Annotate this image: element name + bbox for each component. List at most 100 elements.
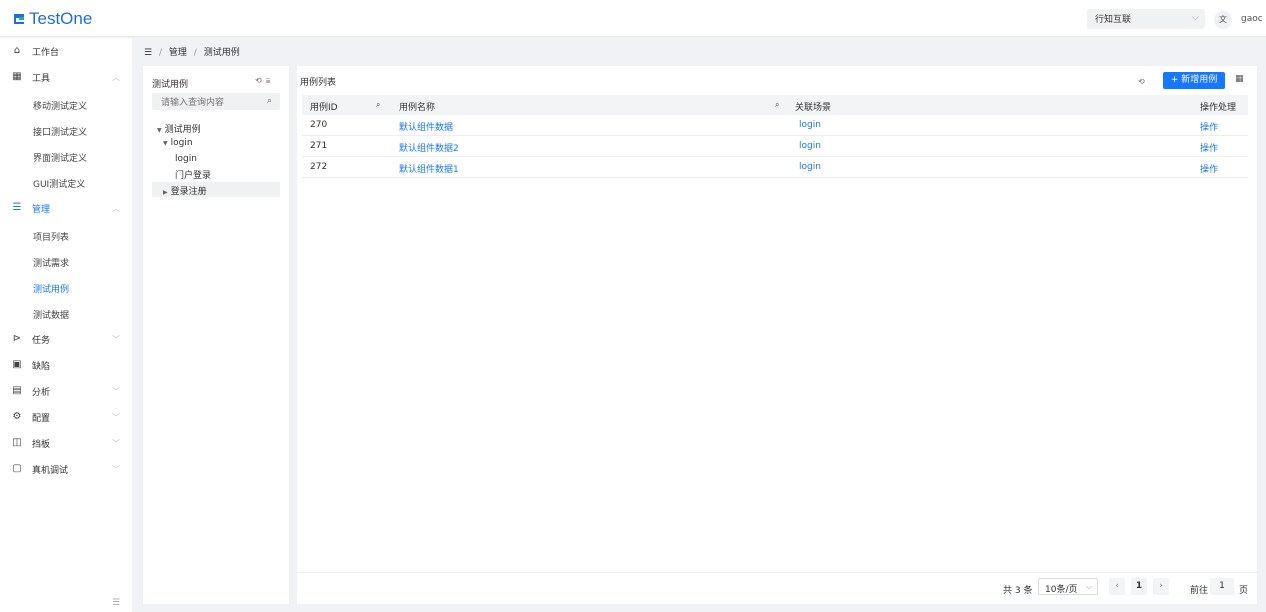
sidebar-item-tools[interactable]: ▦ 工具 ︿ [0, 67, 132, 87]
project-select-value: 行知互联 [1095, 15, 1132, 25]
sidebar-subitem[interactable]: 移动测试定义 [33, 99, 87, 112]
tree-node-label: 登录注册 [170, 187, 207, 197]
sidebar-item-label: 真机调试 [32, 465, 69, 476]
caret-right-icon: ▶ [163, 189, 168, 196]
sidebar: ⌂ 工作台 ▦ 工具 ︿ 移动测试定义 接口测试定义 界面测试定义 GUI测试定… [0, 38, 132, 612]
project-select[interactable]: 行知互联 ⌵ [1087, 9, 1205, 29]
add-case-button[interactable]: + 新增用例 [1163, 72, 1225, 89]
sidebar-subitem[interactable]: 界面测试定义 [33, 151, 87, 164]
menu-icon[interactable]: ☰ [144, 48, 152, 58]
sidebar-subitem[interactable]: 项目列表 [33, 230, 69, 243]
tree-node-portal-login[interactable]: 门户登录 [175, 168, 211, 181]
chevron-up-icon: ︿ [112, 203, 120, 213]
chevron-down-icon: ﹀ [112, 386, 120, 396]
tree-node-label: 测试用例 [164, 125, 201, 135]
goto-page-input[interactable]: 1 [1210, 578, 1234, 595]
table-row: 270 默认组件数据 login 操作 [302, 116, 1248, 136]
cell-name-link[interactable]: 默认组件数据1 [399, 162, 459, 175]
refresh-icon[interactable]: ⟲ [255, 76, 266, 85]
device-icon: ▢ [12, 463, 22, 474]
page-size-select[interactable]: 10条/页 ⌵ [1038, 578, 1098, 595]
home-icon: ⌂ [13, 45, 21, 56]
cell-scene-link[interactable]: login [799, 162, 821, 172]
breadcrumb-item[interactable]: 管理 [169, 48, 187, 58]
sidebar-item-label: 任务 [32, 335, 51, 346]
sidebar-item-label: 工作台 [32, 47, 60, 58]
chevron-up-icon: ︿ [112, 72, 120, 82]
sidebar-item-label: 缺陷 [32, 361, 51, 372]
column-header-scene: 关联场景 [795, 103, 832, 113]
cell-name-link[interactable]: 默认组件数据2 [399, 141, 459, 154]
sidebar-item-defects[interactable]: ▣ 缺陷 [0, 355, 132, 375]
breadcrumb-item-current: 测试用例 [203, 48, 240, 58]
cell-scene-link[interactable]: login [799, 120, 821, 130]
sidebar-item-label: 管理 [32, 204, 51, 215]
prev-page-button[interactable]: ‹ [1109, 578, 1125, 595]
sidebar-subitem-active[interactable]: 测试用例 [33, 282, 69, 295]
row-action-link[interactable]: 操作 [1200, 162, 1218, 175]
sidebar-item-manage[interactable]: ☰ 管理 ︿ [0, 198, 132, 218]
cell-id: 272 [310, 162, 328, 172]
tree-toolbar: ⟲⩸ [255, 76, 275, 86]
sidebar-item-label: 挡板 [32, 439, 51, 450]
grid-view-icon[interactable]: ▦ [1235, 74, 1244, 84]
search-icon[interactable]: ⌕ [267, 96, 272, 106]
sidebar-item-label: 配置 [32, 413, 51, 424]
collapse-sidebar-icon[interactable]: ☰ [112, 598, 120, 608]
sidebar-subitem[interactable]: GUI测试定义 [33, 177, 85, 190]
goto-label: 前往 [1190, 586, 1209, 596]
list-title: 用例列表 [300, 78, 337, 88]
cell-scene-link[interactable]: login [799, 141, 821, 151]
table-row: 272 默认组件数据1 login 操作 [302, 158, 1248, 178]
translate-icon[interactable]: 文 [1214, 11, 1232, 29]
logo-icon [12, 12, 26, 26]
search-icon[interactable]: ⌕ [775, 100, 779, 110]
breadcrumb: ☰ / 管理 / 测试用例 [144, 48, 240, 58]
list-icon: ☰ [12, 202, 22, 213]
tree-search-input[interactable] [152, 93, 280, 110]
table-header: 用例ID ⌕ 用例名称 ⌕ 关联场景 操作处理 [302, 95, 1248, 115]
settings-icon: ⚙ [12, 411, 22, 422]
sidebar-item-workbench[interactable]: ⌂ 工作台 [0, 41, 132, 61]
tree-node-label: login [170, 138, 193, 148]
sidebar-subitem[interactable]: 测试数据 [33, 308, 69, 321]
row-action-link[interactable]: 操作 [1200, 141, 1218, 154]
sidebar-item-label: 工具 [32, 73, 51, 84]
tree-node-login-register[interactable]: ▶ 登录注册 [163, 184, 207, 197]
pagination: 共 3 条 10条/页 ⌵ ‹ 1 › 前往 1 页 [297, 572, 1257, 602]
sidebar-subitem[interactable]: 接口测试定义 [33, 125, 87, 138]
bug-icon: ▣ [12, 359, 22, 370]
tree-node-root[interactable]: ▼ 测试用例 [157, 122, 201, 135]
caret-down-icon: ▼ [163, 140, 168, 147]
chevron-down-icon: ﹀ [112, 412, 120, 422]
sidebar-item-device-debug[interactable]: ▢ 真机调试 ﹀ [0, 459, 132, 479]
chevron-down-icon: ⌵ [1192, 13, 1199, 23]
calendar-icon: ▤ [12, 385, 22, 396]
search-icon[interactable]: ⌕ [376, 100, 380, 110]
page-number-current[interactable]: 1 [1131, 578, 1147, 595]
page-size-value: 10条/页 [1045, 585, 1078, 595]
chevron-down-icon: ﹀ [112, 464, 120, 474]
column-header-id: 用例ID [310, 103, 338, 113]
column-header-action: 操作处理 [1200, 103, 1237, 113]
filter-icon[interactable]: ⩸ [266, 76, 275, 85]
row-action-link[interactable]: 操作 [1200, 120, 1218, 133]
sidebar-item-config[interactable]: ⚙ 配置 ﹀ [0, 407, 132, 427]
table-row: 271 默认组件数据2 login 操作 [302, 137, 1248, 157]
sidebar-subitem[interactable]: 测试需求 [33, 256, 69, 269]
sidebar-item-analysis[interactable]: ▤ 分析 ﹀ [0, 381, 132, 401]
user-name[interactable]: gaoc [1241, 14, 1263, 24]
sidebar-item-baffle[interactable]: ◫ 挡板 ﹀ [0, 433, 132, 453]
pagination-total: 共 3 条 [1003, 586, 1033, 596]
tree-panel-title: 测试用例 [152, 80, 189, 90]
goto-unit: 页 [1239, 586, 1249, 596]
next-page-button[interactable]: › [1153, 578, 1169, 595]
tree-node-login-group[interactable]: ▼ login [163, 138, 193, 148]
sidebar-item-tasks[interactable]: ⊳ 任务 ﹀ [0, 329, 132, 349]
top-bar: TestOne 行知互联 ⌵ 文 gaoc [0, 0, 1266, 37]
caret-down-icon: ▼ [157, 127, 162, 134]
app-logo[interactable]: TestOne [12, 9, 92, 29]
cell-name-link[interactable]: 默认组件数据 [399, 120, 453, 133]
tree-node-login[interactable]: login [175, 154, 197, 164]
refresh-icon[interactable]: ⟲ [1138, 77, 1145, 86]
